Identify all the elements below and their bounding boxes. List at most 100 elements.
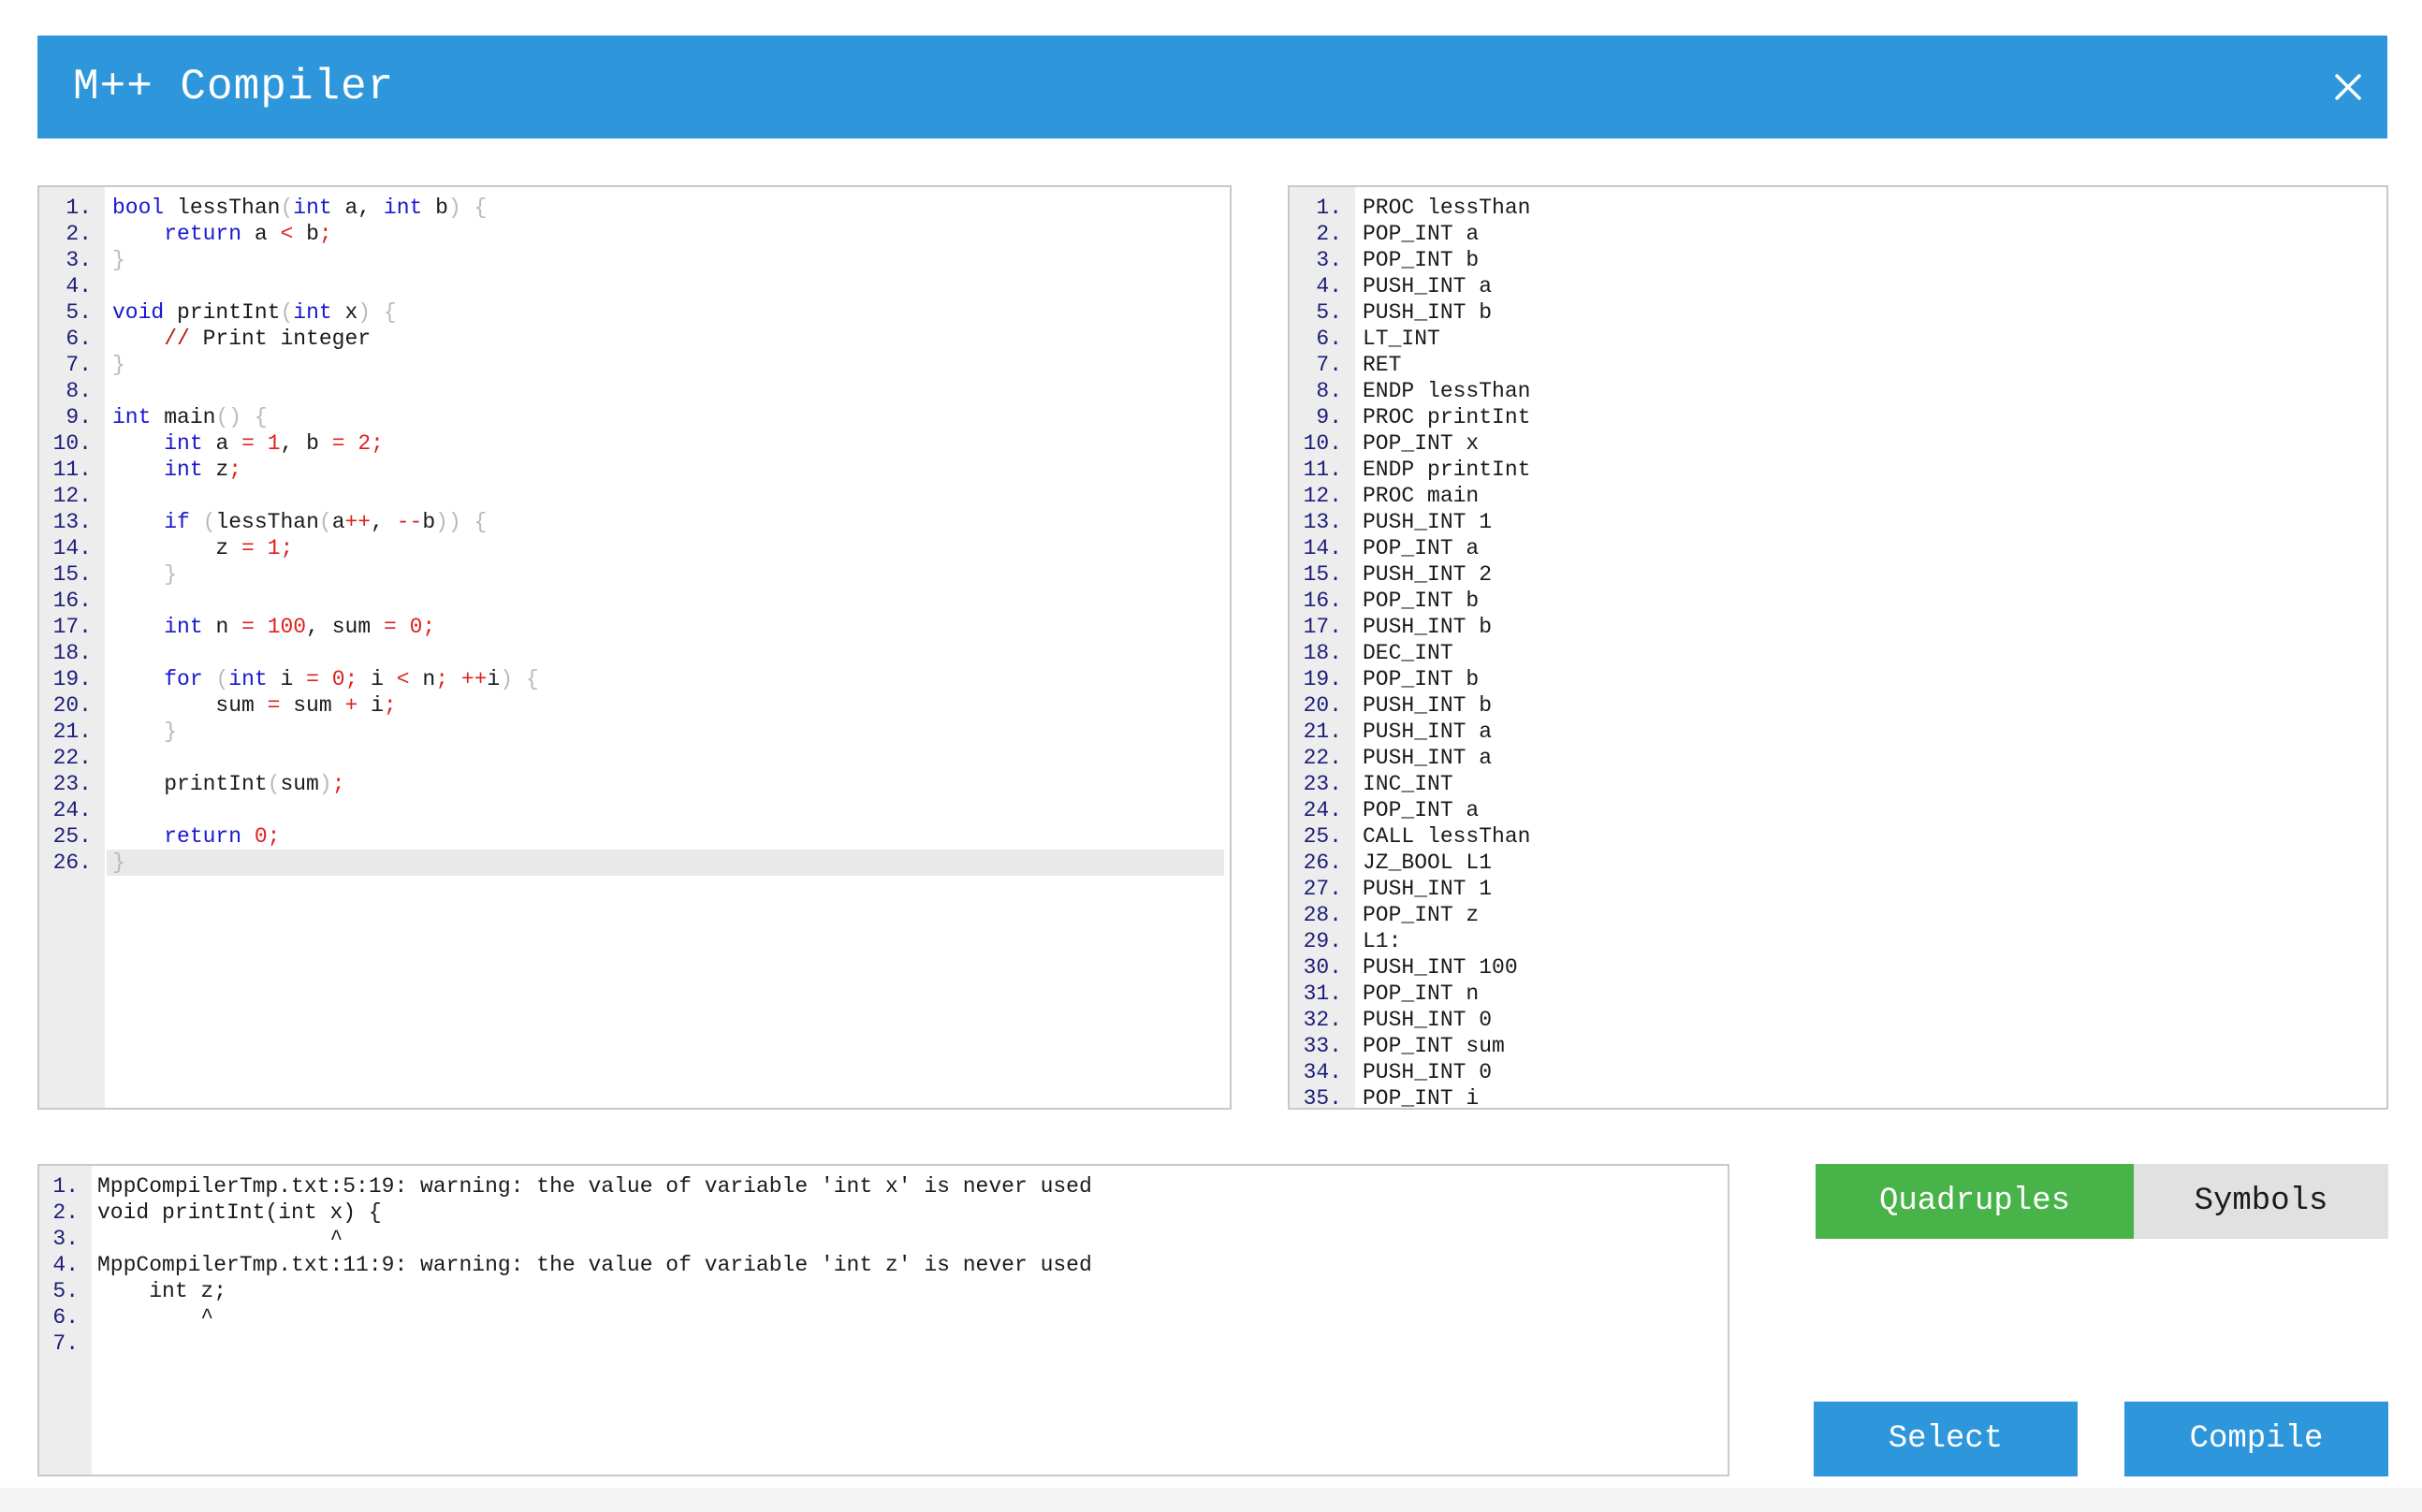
code-token: int bbox=[112, 405, 152, 429]
code-line: 14. z = 1; bbox=[39, 535, 1230, 561]
code-line: 12. bbox=[39, 483, 1230, 509]
line-number: 4. bbox=[52, 1253, 79, 1277]
quadruple-line: 6. LT_INT bbox=[1290, 326, 2386, 352]
quadruple-line: 1. PROC lessThan bbox=[1290, 195, 2386, 221]
code-token: = bbox=[241, 615, 255, 639]
line-number: 23. bbox=[52, 772, 92, 796]
quadruple-line: 13. PUSH_INT 1 bbox=[1290, 509, 2386, 535]
line-number: 5. bbox=[66, 300, 92, 325]
code-line: 2. return a < b; bbox=[39, 221, 1230, 247]
tab-symbols[interactable]: Symbols bbox=[2134, 1164, 2388, 1239]
line-text: } bbox=[112, 850, 125, 876]
quadruples-output[interactable]: 1. PROC lessThan 2. POP_INT a 3. POP_INT b 4. P… bbox=[1288, 185, 2388, 1110]
code-token: x bbox=[331, 300, 358, 325]
close-icon[interactable] bbox=[2322, 61, 2374, 113]
code-token: < bbox=[396, 667, 410, 691]
quadruple-line: 12. PROC main bbox=[1290, 483, 2386, 509]
code-token: a, bbox=[331, 196, 384, 220]
source-editor[interactable]: 1. bool lessThan(int a, int b) {2. return… bbox=[37, 185, 1232, 1110]
code-token: b bbox=[422, 196, 448, 220]
line-number: 11. bbox=[52, 458, 92, 482]
line-text: JZ_BOOL L1 bbox=[1363, 850, 1493, 875]
line-number: 18. bbox=[52, 641, 92, 665]
line-text: POP_INT b bbox=[1363, 667, 1480, 691]
code-token: ( bbox=[267, 772, 281, 796]
code-token: n bbox=[202, 615, 242, 639]
line-number: 23. bbox=[1303, 772, 1342, 796]
line-text: POP_INT n bbox=[1363, 981, 1480, 1006]
console-line: 4. MppCompilerTmp.txt:11:9: warning: the … bbox=[39, 1252, 1728, 1278]
select-button[interactable]: Select bbox=[1814, 1402, 2078, 1476]
code-token: b bbox=[293, 222, 319, 246]
line-number: 33. bbox=[1303, 1034, 1342, 1058]
line-number: 14. bbox=[1303, 536, 1342, 560]
quadruple-line: 10. POP_INT x bbox=[1290, 430, 2386, 457]
line-number: 28. bbox=[1303, 903, 1342, 927]
code-token: = bbox=[241, 431, 255, 456]
code-token: = bbox=[306, 667, 319, 691]
quadruple-line: 5. PUSH_INT b bbox=[1290, 299, 2386, 326]
code-token: -- bbox=[396, 510, 423, 534]
code-token: ) bbox=[318, 772, 332, 796]
line-text: PROC printInt bbox=[1363, 405, 1531, 429]
line-number: 6. bbox=[66, 327, 92, 351]
code-line: 7.} bbox=[39, 352, 1230, 378]
quadruple-line: 34. PUSH_INT 0 bbox=[1290, 1059, 2386, 1085]
line-number: 30. bbox=[1303, 955, 1342, 980]
code-token: ; bbox=[318, 222, 332, 246]
code-token: )) { bbox=[435, 510, 488, 534]
line-text: POP_INT z bbox=[1363, 903, 1480, 927]
quadruple-line: 33. POP_INT sum bbox=[1290, 1033, 2386, 1059]
line-text: PUSH_INT b bbox=[1363, 300, 1493, 325]
code-line: 23. printInt(sum); bbox=[39, 771, 1230, 797]
code-token: return bbox=[164, 222, 242, 246]
line-number: 27. bbox=[1303, 877, 1342, 901]
line-number: 9. bbox=[1316, 405, 1342, 429]
line-text: // Print integer bbox=[112, 326, 371, 352]
line-text: POP_INT i bbox=[1363, 1086, 1480, 1110]
code-token: , sum bbox=[306, 615, 384, 639]
code-token: a bbox=[202, 431, 242, 456]
line-text: printInt(sum); bbox=[112, 771, 344, 797]
quadruple-line: 32. PUSH_INT 0 bbox=[1290, 1007, 2386, 1033]
code-token: lessThan bbox=[215, 510, 319, 534]
line-text: POP_INT sum bbox=[1363, 1034, 1505, 1058]
line-text: void printInt(int x) { bbox=[97, 1200, 382, 1225]
line-number: 1. bbox=[1316, 196, 1342, 220]
quadruple-line: 16. POP_INT b bbox=[1290, 588, 2386, 614]
code-token: main bbox=[151, 405, 216, 429]
line-number: 24. bbox=[1303, 798, 1342, 822]
tab-quadruples[interactable]: Quadruples bbox=[1816, 1164, 2134, 1239]
line-text: PUSH_INT b bbox=[1363, 615, 1493, 639]
code-token: ; bbox=[435, 667, 448, 691]
line-text: PUSH_INT 0 bbox=[1363, 1060, 1493, 1084]
line-number: 10. bbox=[52, 431, 92, 456]
compile-button[interactable]: Compile bbox=[2124, 1402, 2388, 1476]
code-token: } bbox=[164, 562, 178, 587]
quadruple-line: 20. PUSH_INT b bbox=[1290, 692, 2386, 719]
line-number: 32. bbox=[1303, 1008, 1342, 1032]
title-bar: M++ Compiler bbox=[37, 36, 2387, 138]
code-token: , b bbox=[280, 431, 332, 456]
line-number: 25. bbox=[52, 824, 92, 849]
code-line: 16. bbox=[39, 588, 1230, 614]
code-line: 10. int a = 1, b = 2; bbox=[39, 430, 1230, 457]
code-line: 26.} bbox=[39, 850, 1230, 876]
code-token: a bbox=[241, 222, 281, 246]
quadruple-line: 23. INC_INT bbox=[1290, 771, 2386, 797]
line-text: ENDP printInt bbox=[1363, 458, 1531, 482]
compiler-console[interactable]: 1. MppCompilerTmp.txt:5:19: warning: the … bbox=[37, 1164, 1729, 1476]
code-line: 8. bbox=[39, 378, 1230, 404]
line-text: POP_INT b bbox=[1363, 589, 1480, 613]
line-number: 2. bbox=[1316, 222, 1342, 246]
code-line: 5. void printInt(int x) { bbox=[39, 299, 1230, 326]
quadruple-line: 18. DEC_INT bbox=[1290, 640, 2386, 666]
code-token: i bbox=[357, 667, 397, 691]
code-token: i bbox=[357, 693, 384, 718]
